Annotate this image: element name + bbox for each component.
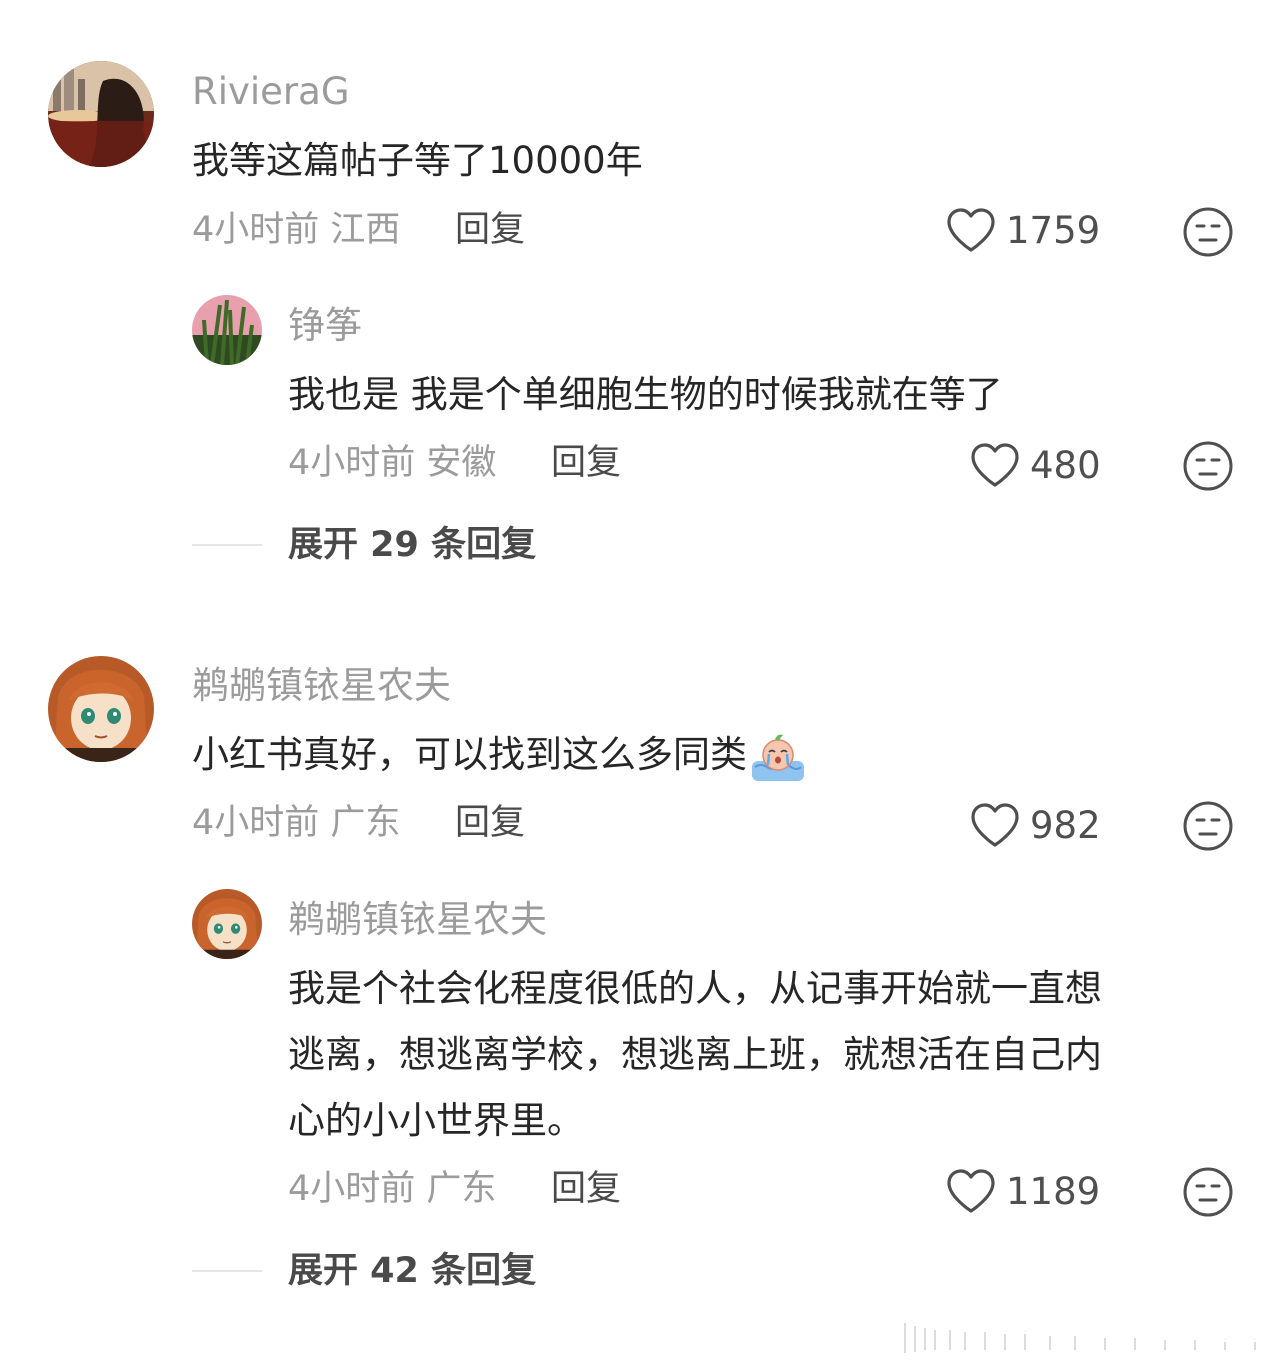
comment-location: 广东 xyxy=(330,803,401,843)
reply-meta: 4小时前 广东 xyxy=(288,1167,496,1211)
reply-text-line: 心的小小世界里。 xyxy=(288,1099,584,1142)
reply-text-line: 我是个社会化程度很低的人，从记事开始就一直想 xyxy=(288,967,1102,1010)
divider xyxy=(192,544,262,546)
comment-text-content: 小红书真好，可以找到这么多同类 xyxy=(192,733,747,776)
avatar[interactable] xyxy=(192,295,262,365)
neutral-face-icon[interactable] xyxy=(1182,440,1234,492)
comment-meta: 4小时前 江西 xyxy=(192,208,400,252)
like-count: 1759 xyxy=(1006,208,1101,252)
like-count: 480 xyxy=(1030,443,1101,487)
avatar[interactable] xyxy=(192,889,262,959)
avatar[interactable] xyxy=(48,61,154,167)
reply-meta: 4小时前 安徽 xyxy=(288,441,496,485)
neutral-face-icon[interactable] xyxy=(1182,800,1234,852)
username[interactable]: 鹈鹕镇铱星农夫 xyxy=(288,898,547,942)
comment-text: 我等这篇帖子等了10000年 xyxy=(192,139,643,182)
reply-text-line: 逃离，想逃离学校，想逃离上班，就想活在自己内 xyxy=(288,1033,1102,1076)
heart-outline-icon xyxy=(971,803,1019,847)
like-count: 982 xyxy=(1030,803,1101,847)
reply-text: 我也是 我是个单细胞生物的时候我就在等了 xyxy=(288,373,1003,416)
heart-outline-icon xyxy=(971,443,1019,487)
reply-button[interactable]: 回复 xyxy=(455,801,525,845)
heart-outline-icon xyxy=(947,208,995,252)
like-button[interactable]: 1189 xyxy=(946,1168,1100,1214)
heart-outline-icon xyxy=(947,1169,995,1213)
avatar[interactable] xyxy=(48,656,154,762)
watermark-strokes xyxy=(904,1323,1256,1353)
neutral-face-icon[interactable] xyxy=(1182,1166,1234,1218)
divider xyxy=(192,1270,262,1272)
comment-meta: 4小时前 广东 xyxy=(192,801,400,845)
expand-replies-button[interactable]: 展开 42 条回复 xyxy=(288,1249,536,1293)
expand-replies-button[interactable]: 展开 29 条回复 xyxy=(288,523,536,567)
neutral-face-icon[interactable] xyxy=(1182,206,1234,258)
reply-location: 安徽 xyxy=(426,443,497,483)
like-button[interactable]: 480 xyxy=(970,442,1101,488)
username[interactable]: 铮筝 xyxy=(288,304,362,348)
comment-time: 4小时前 xyxy=(192,803,320,843)
reply-button[interactable]: 回复 xyxy=(551,1167,621,1211)
username[interactable]: RivieraG xyxy=(192,70,350,114)
crying-peach-sticker xyxy=(749,731,807,783)
comment-time: 4小时前 xyxy=(192,210,320,250)
reply-button[interactable]: 回复 xyxy=(551,441,621,485)
like-button[interactable]: 1759 xyxy=(946,207,1100,253)
reply-button[interactable]: 回复 xyxy=(455,208,525,252)
reply-time: 4小时前 xyxy=(288,443,416,483)
comment-text: 小红书真好，可以找到这么多同类 xyxy=(192,722,807,787)
reply-time: 4小时前 xyxy=(288,1169,416,1209)
like-count: 1189 xyxy=(1006,1169,1101,1213)
comment-location: 江西 xyxy=(330,210,401,250)
username[interactable]: 鹈鹕镇铱星农夫 xyxy=(192,664,451,708)
like-button[interactable]: 982 xyxy=(970,802,1101,848)
reply-location: 广东 xyxy=(426,1169,497,1209)
